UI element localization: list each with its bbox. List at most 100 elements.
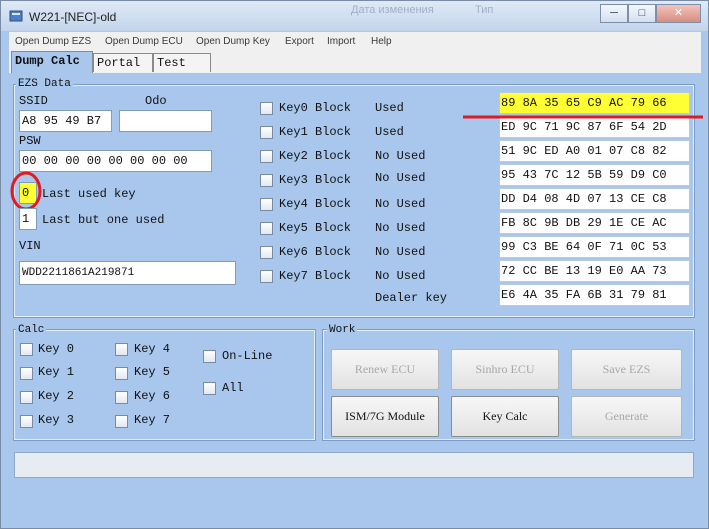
menu-export[interactable]: Export [285,36,314,47]
key6-block-label: Key6 Block [279,245,352,259]
title-bar: W221-[NEC]-old Дата изменения Тип ─ □ ✕ [1,1,708,31]
calc-key2-checkbox[interactable] [20,391,33,404]
tab-strip: Dump Calc Portal Test [9,51,701,73]
odo-field[interactable] [119,110,212,132]
all-checkbox[interactable] [203,382,216,395]
key0-hex-field[interactable]: 89 8A 35 65 C9 AC 79 66 [499,92,690,114]
vin-label: VIN [19,239,41,253]
maximize-icon: □ [638,7,646,19]
last-but-one-key-label: Last but one used [42,213,165,227]
key-calc-button[interactable]: Key Calc [451,396,559,437]
calc-group-label: Calc [16,324,47,336]
calc-key0-label: Key 0 [38,342,75,356]
calc-key5-checkbox[interactable] [115,367,128,380]
menu-open-dump-ecu[interactable]: Open Dump ECU [105,36,183,47]
odo-label: Odo [145,94,167,108]
generate-button[interactable]: Generate [571,396,682,437]
calc-key6-checkbox[interactable] [115,391,128,404]
key7-hex-field[interactable]: 72 CC BE 13 19 E0 AA 73 [499,260,690,282]
psw-label: PSW [19,134,41,148]
key0-block-label: Key0 Block [279,101,352,115]
key2-block-checkbox[interactable] [260,150,273,163]
renew-ecu-button[interactable]: Renew ECU [331,349,439,390]
calc-key7-label: Key 7 [134,413,171,427]
online-checkbox[interactable] [203,350,216,363]
calc-key4-checkbox[interactable] [115,343,128,356]
key4-block-label: Key4 Block [279,197,352,211]
key4-hex-field[interactable]: DD D4 08 4D 07 13 CE C8 [499,188,690,210]
key7-block-label: Key7 Block [279,269,352,283]
key6-status: No Used [375,245,426,259]
key1-status: Used [375,125,404,139]
key1-block-label: Key1 Block [279,125,352,139]
key0-block-checkbox[interactable] [260,102,273,115]
dealer-key-label: Dealer key [375,291,448,305]
key7-block-checkbox[interactable] [260,270,273,283]
background-column-label: Дата изменения [351,4,434,16]
annotation-underline [463,115,703,119]
key5-hex-field[interactable]: FB 8C 9B DB 29 1E CE AC [499,212,690,234]
calc-key1-checkbox[interactable] [20,367,33,380]
key3-hex-field[interactable]: 95 43 7C 12 5B 59 D9 C0 [499,164,690,186]
dealer-key-hex-field[interactable]: E6 4A 35 FA 6B 31 79 81 [499,284,690,306]
key3-block-label: Key3 Block [279,173,352,187]
key5-block-label: Key5 Block [279,221,352,235]
background-column-label: Тип [475,4,494,16]
minimize-icon: ─ [610,7,618,19]
tab-test[interactable]: Test [153,53,211,72]
key6-hex-field[interactable]: 99 C3 BE 64 0F 71 0C 53 [499,236,690,258]
ezs-data-group-label: EZS Data [16,78,73,90]
vin-field[interactable]: WDD2211861A219871 [19,261,236,285]
key2-status: No Used [375,149,426,163]
menu-help[interactable]: Help [371,36,392,47]
key0-status: Used [375,101,404,115]
menu-open-dump-key[interactable]: Open Dump Key [196,36,270,47]
work-group-label: Work [327,324,358,336]
close-button[interactable]: ✕ [656,4,701,23]
calc-key5-label: Key 5 [134,365,171,379]
ssid-label: SSID [19,94,48,108]
app-icon [9,10,23,22]
status-bar [14,452,694,478]
key7-status: No Used [375,269,426,283]
key4-block-checkbox[interactable] [260,198,273,211]
key5-status: No Used [375,221,426,235]
key3-status: No Used [375,171,426,185]
tab-dump-calc[interactable]: Dump Calc [11,51,93,73]
save-ezs-button[interactable]: Save EZS [571,349,682,390]
key4-status: No Used [375,197,426,211]
key2-block-label: Key2 Block [279,149,352,163]
calc-key3-checkbox[interactable] [20,415,33,428]
calc-key4-label: Key 4 [134,342,171,356]
close-icon: ✕ [673,7,684,19]
maximize-button[interactable]: □ [628,4,656,23]
menu-bar: Open Dump EZS Open Dump ECU Open Dump Ke… [9,32,701,51]
calc-key3-label: Key 3 [38,413,75,427]
client-area: Open Dump EZS Open Dump ECU Open Dump Ke… [9,32,703,522]
tab-portal[interactable]: Portal [93,53,153,72]
key2-hex-field[interactable]: 51 9C ED A0 01 07 C8 82 [499,140,690,162]
online-label: On-Line [222,349,273,363]
all-label: All [222,381,244,395]
minimize-button[interactable]: ─ [600,4,628,23]
app-window: W221-[NEC]-old Дата изменения Тип ─ □ ✕ … [0,0,709,529]
ssid-field[interactable]: A8 95 49 B7 [19,110,112,132]
key3-block-checkbox[interactable] [260,174,273,187]
calc-key0-checkbox[interactable] [20,343,33,356]
calc-key2-label: Key 2 [38,389,75,403]
key5-block-checkbox[interactable] [260,222,273,235]
calc-key7-checkbox[interactable] [115,415,128,428]
ism-7g-module-button[interactable]: ISM/7G Module [331,396,439,437]
calc-key1-label: Key 1 [38,365,75,379]
annotation-circle [10,171,42,211]
calc-key6-label: Key 6 [134,389,171,403]
psw-field[interactable]: 00 00 00 00 00 00 00 00 [19,150,212,172]
last-used-key-label: Last used key [42,187,136,201]
window-title: W221-[NEC]-old [29,10,117,24]
last-but-one-key-field[interactable]: 1 [19,208,37,230]
menu-import[interactable]: Import [327,36,355,47]
menu-open-dump-ezs[interactable]: Open Dump EZS [15,36,91,47]
key6-block-checkbox[interactable] [260,246,273,259]
sinhro-ecu-button[interactable]: Sinhro ECU [451,349,559,390]
key1-block-checkbox[interactable] [260,126,273,139]
